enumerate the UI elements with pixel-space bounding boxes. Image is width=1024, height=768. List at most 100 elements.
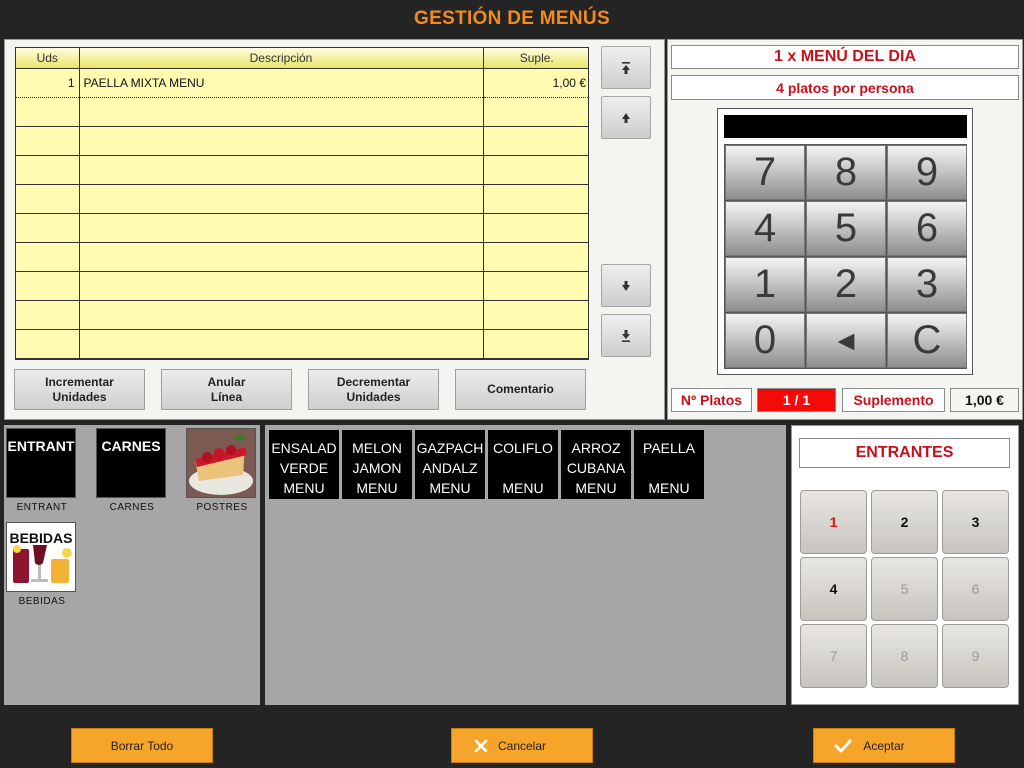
clear-all-button[interactable]: Borrar Todo (71, 728, 213, 763)
dish-coliflor[interactable]: COLIFLO MENU (488, 430, 558, 499)
category-name: BEBIDAS (18, 596, 66, 607)
table-row[interactable] (16, 300, 588, 330)
cancel-button[interactable]: Cancelar (451, 728, 593, 763)
row-description (79, 329, 484, 359)
table-row[interactable] (16, 271, 588, 301)
row-uds (16, 242, 80, 272)
category-bebidas[interactable]: BEBIDAS BEBIDAS (6, 522, 78, 607)
accept-label: Aceptar (863, 738, 905, 753)
category-name: CARNES (109, 502, 155, 513)
title-bar: GESTIÓN DE MENÚS (0, 0, 1024, 38)
close-icon (474, 739, 488, 753)
row-supplement (483, 271, 588, 301)
key-6[interactable]: 6 (887, 201, 967, 256)
arrow-down-icon (622, 280, 630, 291)
category-postres[interactable]: POSTRES (186, 428, 258, 513)
dish-arroz-cubana[interactable]: ARROZ CUBANA MENU (561, 430, 631, 499)
row-description (79, 126, 484, 156)
keypad-grid: 7 8 9 4 5 6 1 2 3 0 ◄ C (724, 144, 967, 369)
row-supplement (483, 242, 588, 272)
key-4[interactable]: 4 (725, 201, 805, 256)
scroll-bottom-icon (622, 329, 630, 342)
row-supplement (483, 97, 588, 127)
table-row[interactable] (16, 126, 588, 156)
key-7[interactable]: 7 (725, 145, 805, 200)
keypad-display (724, 115, 967, 138)
cancel-label: Cancelar (497, 738, 547, 753)
page-title: GESTIÓN DE MENÚS (414, 8, 610, 29)
key-3[interactable]: 3 (887, 257, 967, 312)
column-header-descripcion: Descripción (79, 48, 484, 69)
course-button-1[interactable]: 1 (800, 490, 867, 554)
key-8[interactable]: 8 (806, 145, 886, 200)
category-carnes[interactable]: CARNES CARNES (96, 428, 168, 513)
drinks-image: BEBIDAS (6, 522, 76, 592)
numeric-keypad: 7 8 9 4 5 6 1 2 3 0 ◄ C (717, 108, 973, 375)
cancel-line-button[interactable]: Anular Línea (161, 369, 292, 410)
dish-gazpacho-andaluz[interactable]: GAZPACH ANDALZ MENU (415, 430, 485, 499)
course-button-7: 7 (800, 624, 867, 688)
key-9[interactable]: 9 (887, 145, 967, 200)
row-uds: 1 (16, 67, 80, 98)
course-button-9: 9 (942, 624, 1009, 688)
row-supplement (483, 126, 588, 156)
dish-melon-jamon[interactable]: MELON JAMON MENU (342, 430, 412, 499)
scroll-down-button[interactable] (601, 264, 651, 307)
row-description: PAELLA MIXTA MENU (79, 67, 484, 98)
table-row[interactable] (16, 184, 588, 214)
row-uds (16, 271, 80, 301)
checkmark-icon (834, 739, 852, 753)
table-row[interactable] (16, 242, 588, 272)
row-supplement: 1,00 € (483, 67, 588, 98)
key-1[interactable]: 1 (725, 257, 805, 312)
row-description (79, 184, 484, 214)
key-0[interactable]: 0 (725, 313, 805, 368)
category-entrant[interactable]: ENTRANT ENTRANT (6, 428, 78, 513)
table-row[interactable] (16, 97, 588, 127)
accept-button[interactable]: Aceptar (813, 728, 955, 763)
row-description (79, 242, 484, 272)
increment-units-button[interactable]: Incrementar Unidades (14, 369, 145, 410)
row-supplement (483, 329, 588, 359)
table-row[interactable] (16, 213, 588, 243)
order-panel: Uds Descripción Suple. 1 PAELLA MIXTA ME… (4, 39, 665, 420)
row-supplement (483, 300, 588, 330)
row-uds (16, 184, 80, 214)
row-uds (16, 97, 80, 127)
arrow-up-icon (622, 112, 630, 123)
scroll-top-button[interactable] (601, 46, 651, 89)
key-2[interactable]: 2 (806, 257, 886, 312)
row-description (79, 155, 484, 185)
row-description (79, 213, 484, 243)
comment-button[interactable]: Comentario (455, 369, 586, 410)
suplemento-label: Suplemento (842, 388, 945, 412)
row-uds (16, 126, 80, 156)
row-uds (16, 213, 80, 243)
scroll-bottom-button[interactable] (601, 314, 651, 357)
category-name: ENTRANT (16, 502, 68, 513)
order-table: Uds Descripción Suple. 1 PAELLA MIXTA ME… (15, 47, 589, 360)
key-backspace[interactable]: ◄ (806, 313, 886, 368)
table-row[interactable] (16, 155, 588, 185)
course-button-2[interactable]: 2 (871, 490, 938, 554)
row-description (79, 97, 484, 127)
course-button-3[interactable]: 3 (942, 490, 1009, 554)
row-uds (16, 300, 80, 330)
dish-ensalada-verde[interactable]: ENSALAD VERDE MENU (269, 430, 339, 499)
platos-value: 1 / 1 (757, 388, 836, 412)
course-button-4[interactable]: 4 (800, 557, 867, 621)
key-clear[interactable]: C (887, 313, 967, 368)
table-row[interactable]: 1 PAELLA MIXTA MENU 1,00 € (16, 67, 588, 98)
dish-paella[interactable]: PAELLA MENU (634, 430, 704, 499)
category-tile-label: BEBIDAS (9, 530, 73, 546)
key-5[interactable]: 5 (806, 201, 886, 256)
course-panel: ENTRANTES 1 2 3 4 5 6 7 8 9 (791, 425, 1019, 705)
row-description (79, 271, 484, 301)
scroll-up-button[interactable] (601, 96, 651, 139)
menu-subtitle: 4 platos por persona (671, 75, 1019, 100)
decrement-units-button[interactable]: Decrementar Unidades (308, 369, 439, 410)
dessert-image (186, 428, 256, 498)
category-panel: ENTRANT ENTRANT CARNES CARNES POSTRES BE… (4, 425, 260, 705)
row-uds (16, 329, 80, 359)
table-row[interactable] (16, 329, 588, 359)
